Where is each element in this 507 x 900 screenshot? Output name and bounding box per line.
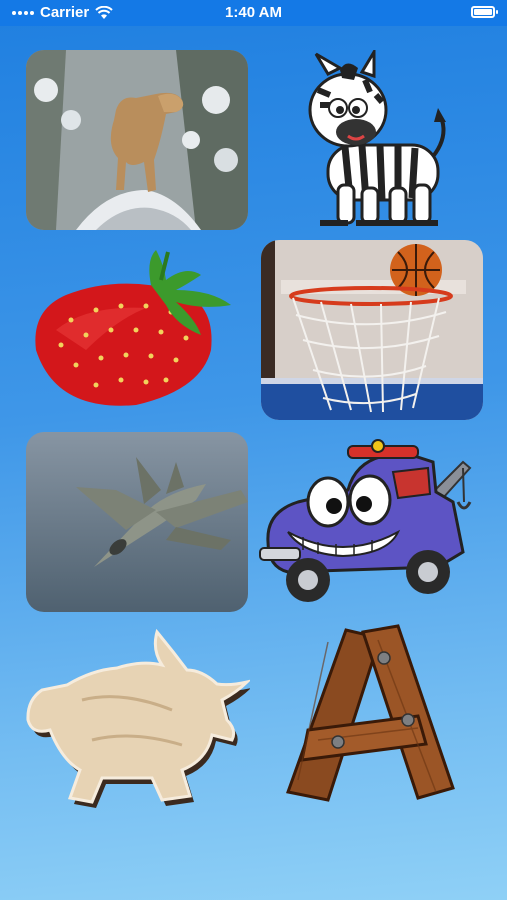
tile-basketball[interactable] [261, 240, 483, 420]
wooden-letter-icon [286, 624, 455, 802]
battery-icon [471, 6, 498, 18]
status-time: 1:40 AM [225, 4, 282, 21]
tile-cougar[interactable] [26, 50, 248, 230]
tile-jet[interactable] [26, 432, 248, 612]
tile-bull-puzzle[interactable] [22, 620, 250, 810]
strawberry-icon [35, 250, 231, 406]
status-bar: Carrier 1:40 AM [0, 0, 507, 26]
cougar-icon [26, 50, 248, 230]
fighter-jet-icon [26, 432, 248, 612]
zebra-icon [308, 50, 446, 226]
bull-puzzle-icon [26, 628, 250, 808]
tile-zebra[interactable] [270, 50, 492, 230]
tile-tow-truck[interactable] [258, 432, 486, 612]
tile-strawberry[interactable] [26, 240, 248, 420]
basketball-hoop-icon [261, 240, 483, 420]
tile-wooden-letter[interactable] [268, 620, 490, 810]
tow-truck-icon [259, 439, 472, 602]
